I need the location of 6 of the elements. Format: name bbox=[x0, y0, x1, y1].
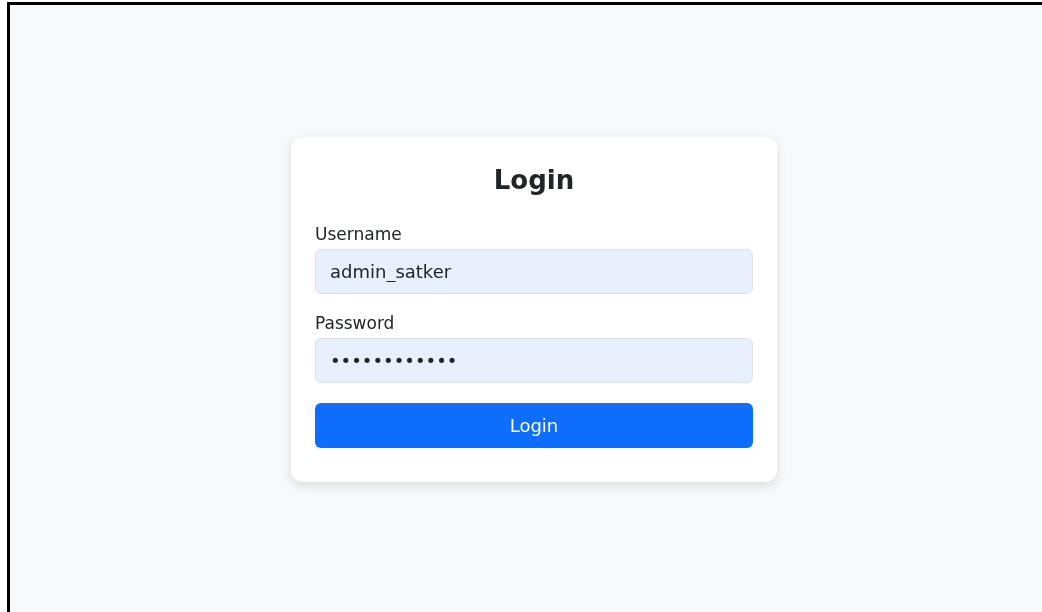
card-title: Login bbox=[492, 164, 576, 197]
field-label: Username bbox=[315, 223, 403, 245]
input-field[interactable]: admin_satker bbox=[315, 249, 753, 294]
field-label: Password bbox=[315, 312, 396, 334]
login-button[interactable]: Login bbox=[315, 403, 753, 448]
input-field[interactable]: •••••••••••• bbox=[315, 338, 753, 383]
